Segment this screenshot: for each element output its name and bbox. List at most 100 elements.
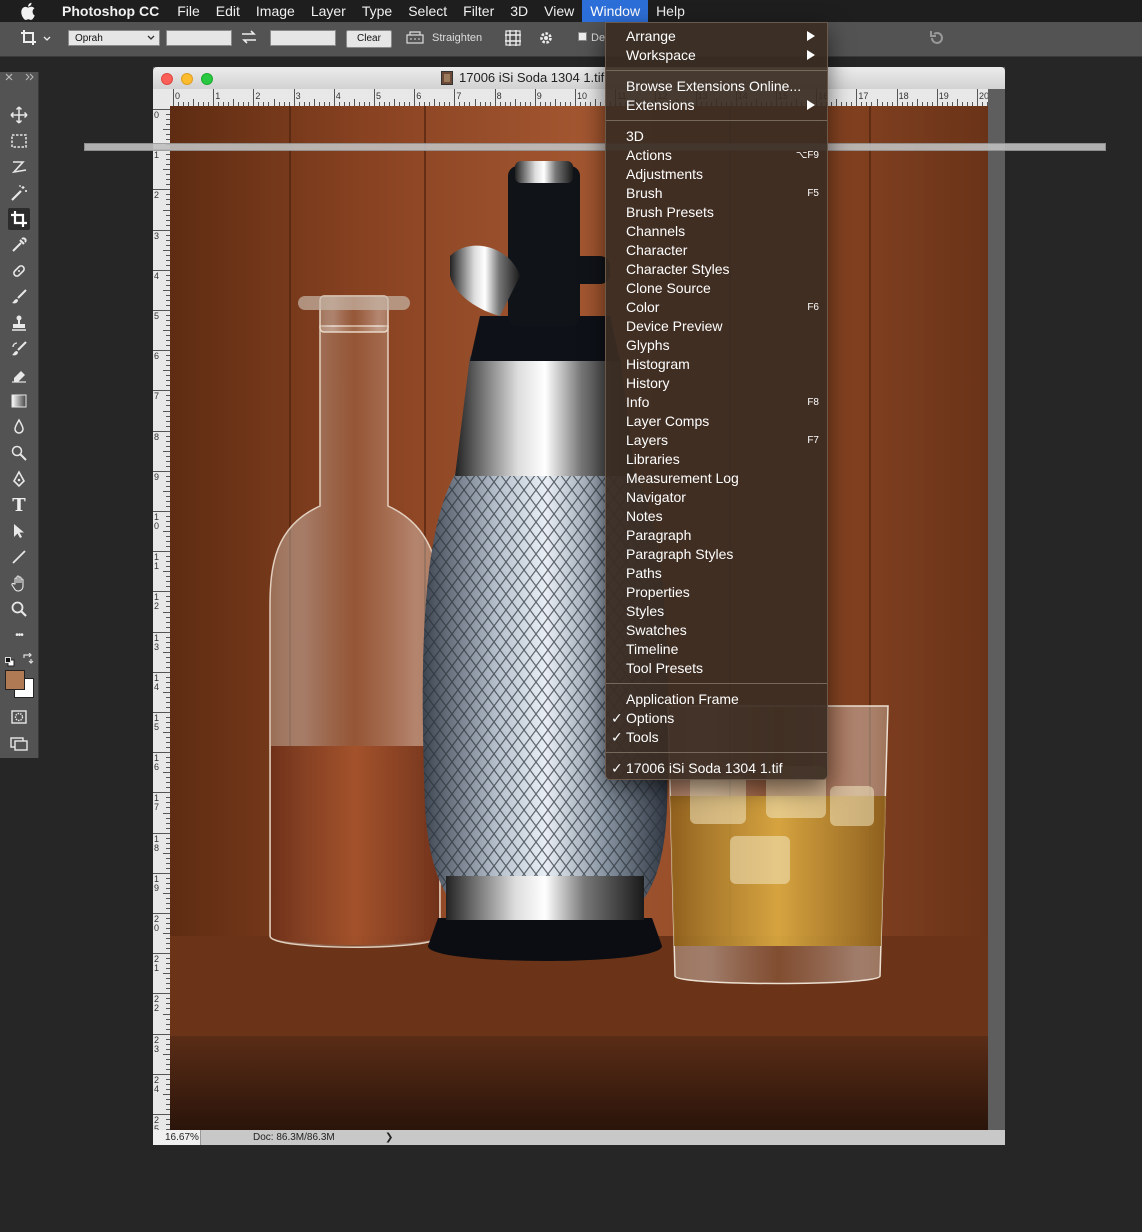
reset-icon[interactable] bbox=[928, 29, 946, 50]
menu-item-character-styles[interactable]: Character Styles bbox=[606, 260, 827, 279]
path-selection-icon[interactable] bbox=[8, 520, 30, 542]
healing-brush-icon[interactable] bbox=[8, 260, 30, 282]
marquee-tool-icon[interactable] bbox=[8, 130, 30, 152]
lasso-tool-icon[interactable] bbox=[8, 156, 30, 178]
menu-item-extensions[interactable]: Extensions bbox=[606, 96, 827, 115]
vertical-ruler[interactable]: 0 1 2 3 4 5 6 7 8 9 10 11 12 13 14 15 16 17 18 19 20 21 22 23 24… bbox=[153, 106, 171, 1130]
menu-item-3d[interactable]: 3D bbox=[606, 127, 827, 146]
menu-item-17006-isi-soda-1304-1-tif[interactable]: ✓ 17006 iSi Soda 1304 1.tif bbox=[606, 759, 827, 778]
blur-icon[interactable] bbox=[8, 416, 30, 438]
image-canvas[interactable] bbox=[170, 106, 988, 1130]
apple-icon[interactable] bbox=[20, 1, 40, 21]
dodge-icon[interactable] bbox=[8, 442, 30, 464]
menu-item-paths[interactable]: Paths bbox=[606, 564, 827, 583]
brush-icon[interactable] bbox=[8, 286, 30, 308]
menu-item-info[interactable]: Info F8 bbox=[606, 393, 827, 412]
menu-view[interactable]: View bbox=[536, 0, 582, 22]
screen-mode-icon[interactable] bbox=[8, 732, 30, 754]
clear-button[interactable]: Clear bbox=[346, 30, 392, 48]
menu-item-browse-extensions-online[interactable]: Browse Extensions Online... bbox=[606, 77, 827, 96]
close-window-button[interactable] bbox=[161, 73, 173, 85]
more-tools-icon[interactable]: ••• bbox=[8, 624, 30, 646]
crop-tool-icon[interactable] bbox=[8, 208, 30, 230]
move-tool-icon[interactable] bbox=[8, 104, 30, 126]
menu-item-glyphs[interactable]: Glyphs bbox=[606, 336, 827, 355]
menu-3d[interactable]: 3D bbox=[502, 0, 536, 22]
zoom-level-field[interactable]: 16.67% bbox=[153, 1130, 201, 1145]
overlay-grid-icon[interactable] bbox=[504, 29, 522, 50]
zoom-icon[interactable] bbox=[8, 598, 30, 620]
menu-app-name[interactable]: Photoshop CC bbox=[54, 0, 169, 22]
menu-edit[interactable]: Edit bbox=[208, 0, 248, 22]
foreground-color-swatch[interactable] bbox=[5, 670, 25, 690]
menu-item-arrange[interactable]: Arrange bbox=[606, 27, 827, 46]
swap-colors-icon[interactable] bbox=[22, 652, 34, 670]
quick-mask-icon[interactable] bbox=[8, 706, 30, 728]
menu-filter[interactable]: Filter bbox=[455, 0, 502, 22]
menu-item-options[interactable]: ✓ Options bbox=[606, 709, 827, 728]
history-brush-icon[interactable] bbox=[8, 338, 30, 360]
menu-item-application-frame[interactable]: Application Frame bbox=[606, 690, 827, 709]
close-icon[interactable] bbox=[5, 73, 13, 83]
menu-item-tool-presets[interactable]: Tool Presets bbox=[606, 659, 827, 678]
hand-icon[interactable] bbox=[8, 572, 30, 594]
collapse-icon[interactable] bbox=[24, 73, 34, 83]
menu-item-device-preview[interactable]: Device Preview bbox=[606, 317, 827, 336]
ruler-origin[interactable] bbox=[153, 89, 171, 107]
type-icon[interactable]: T bbox=[8, 494, 30, 516]
menu-item-workspace[interactable]: Workspace bbox=[606, 46, 827, 65]
menu-item-brush-presets[interactable]: Brush Presets bbox=[606, 203, 827, 222]
straighten-guide[interactable] bbox=[84, 143, 1106, 151]
minimize-window-button[interactable] bbox=[181, 73, 193, 85]
zoom-window-button[interactable] bbox=[201, 73, 213, 85]
menu-item-channels[interactable]: Channels bbox=[606, 222, 827, 241]
menu-item-timeline[interactable]: Timeline bbox=[606, 640, 827, 659]
crop-preset-icon[interactable] bbox=[20, 29, 52, 50]
straighten-icon[interactable] bbox=[406, 31, 424, 48]
menu-type[interactable]: Type bbox=[354, 0, 400, 22]
menu-item-measurement-log[interactable]: Measurement Log bbox=[606, 469, 827, 488]
magic-wand-icon[interactable] bbox=[8, 182, 30, 204]
menu-item-layer-comps[interactable]: Layer Comps bbox=[606, 412, 827, 431]
eyedropper-icon[interactable] bbox=[8, 234, 30, 256]
menu-item-paragraph-styles[interactable]: Paragraph Styles bbox=[606, 545, 827, 564]
menu-item-navigator[interactable]: Navigator bbox=[606, 488, 827, 507]
menu-item-adjustments[interactable]: Adjustments bbox=[606, 165, 827, 184]
status-menu-arrow-icon[interactable]: ❯ bbox=[385, 1130, 393, 1145]
menu-item-clone-source[interactable]: Clone Source bbox=[606, 279, 827, 298]
menu-item-actions[interactable]: Actions ⌥F9 bbox=[606, 146, 827, 165]
document-titlebar[interactable]: 17006 iSi Soda 1304 1.tif bbox=[153, 67, 1005, 89]
swap-icon[interactable] bbox=[240, 29, 258, 48]
menu-item-swatches[interactable]: Swatches bbox=[606, 621, 827, 640]
menu-item-color[interactable]: Color F6 bbox=[606, 298, 827, 317]
crop-preset-select[interactable]: Oprah bbox=[68, 30, 160, 46]
menu-item-properties[interactable]: Properties bbox=[606, 583, 827, 602]
straighten-label[interactable]: Straighten bbox=[432, 32, 482, 44]
menu-layer[interactable]: Layer bbox=[303, 0, 354, 22]
menu-item-notes[interactable]: Notes bbox=[606, 507, 827, 526]
menu-help[interactable]: Help bbox=[648, 0, 693, 22]
menu-item-histogram[interactable]: Histogram bbox=[606, 355, 827, 374]
menu-item-character[interactable]: Character bbox=[606, 241, 827, 260]
gradient-icon[interactable] bbox=[8, 390, 30, 412]
menu-item-brush[interactable]: Brush F5 bbox=[606, 184, 827, 203]
horizontal-ruler[interactable]: 01234567891011121314151617181920 bbox=[170, 89, 988, 107]
clone-stamp-icon[interactable] bbox=[8, 312, 30, 334]
menu-item-history[interactable]: History bbox=[606, 374, 827, 393]
menu-item-styles[interactable]: Styles bbox=[606, 602, 827, 621]
menu-image[interactable]: Image bbox=[248, 0, 303, 22]
menu-item-paragraph[interactable]: Paragraph bbox=[606, 526, 827, 545]
height-field[interactable] bbox=[270, 30, 336, 46]
eraser-icon[interactable] bbox=[8, 364, 30, 386]
line-icon[interactable] bbox=[8, 546, 30, 568]
menu-window[interactable]: Window bbox=[582, 0, 649, 22]
width-field[interactable] bbox=[166, 30, 232, 46]
menu-file[interactable]: File bbox=[169, 0, 208, 22]
gear-icon[interactable] bbox=[538, 30, 554, 49]
pen-icon[interactable] bbox=[8, 468, 30, 490]
tools-panel-header[interactable] bbox=[0, 72, 38, 86]
menu-item-libraries[interactable]: Libraries bbox=[606, 450, 827, 469]
delete-cropped-checkbox[interactable] bbox=[578, 32, 587, 41]
menu-select[interactable]: Select bbox=[400, 0, 455, 22]
menu-item-tools[interactable]: ✓ Tools bbox=[606, 728, 827, 747]
